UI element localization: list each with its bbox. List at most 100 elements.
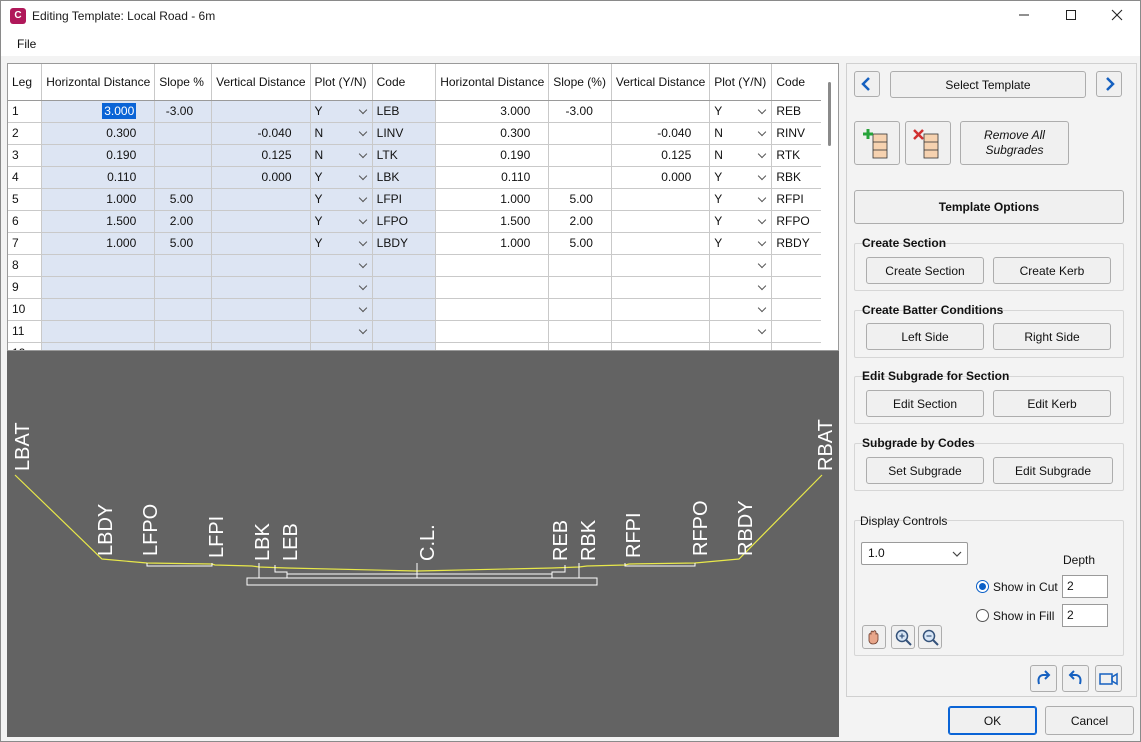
grid-cell-leg[interactable]: 1 [8, 100, 43, 123]
grid-cell-ls[interactable] [154, 342, 213, 350]
grid-cell-lp[interactable]: Y [310, 210, 373, 233]
edit-subgrade-button[interactable]: Edit Subgrade [993, 457, 1113, 484]
grid-cell-rp[interactable]: Y [709, 100, 773, 123]
ok-button[interactable]: OK [948, 706, 1037, 735]
grid-cell-rvd[interactable] [611, 342, 711, 350]
pan-button[interactable] [862, 625, 886, 649]
grid-cell-lc[interactable]: LBDY [372, 232, 437, 255]
grid-cell-lvd[interactable]: 0.000 [211, 166, 311, 189]
grid-cell-ls[interactable] [154, 122, 213, 145]
grid-cell-lp[interactable]: N [310, 144, 373, 167]
grid-cell-rs[interactable]: 5.00 [548, 232, 612, 255]
chevron-down-icon[interactable] [758, 150, 768, 160]
header-left-code[interactable]: Code [372, 64, 437, 101]
chevron-down-icon[interactable] [359, 150, 369, 160]
grid-cell-rs[interactable] [548, 320, 612, 343]
grid-cell-rp[interactable] [709, 320, 773, 343]
grid-cell-rhd[interactable] [435, 276, 550, 299]
chevron-down-icon[interactable] [758, 172, 768, 182]
grid-cell-lc[interactable] [372, 320, 437, 343]
select-template-button[interactable]: Select Template [890, 71, 1086, 98]
grid-cell-rp[interactable] [709, 342, 773, 350]
grid-cell-rp[interactable]: N [709, 122, 773, 145]
menu-file[interactable]: File [17, 37, 36, 51]
grid-cell-ls[interactable]: 5.00 [154, 232, 213, 255]
grid-cell-ls[interactable]: 2.00 [154, 210, 213, 233]
grid-cell-rvd[interactable] [611, 276, 711, 299]
header-leg[interactable]: Leg [8, 64, 43, 101]
grid-cell-lp[interactable] [310, 320, 373, 343]
template-preview-canvas[interactable]: LBAT LBDY LFPO LFPI LBK LEB C.L. REB RBK RFPI RFPO… [7, 351, 839, 737]
grid-cell-rs[interactable] [548, 122, 612, 145]
grid-cell-lp[interactable]: Y [310, 100, 373, 123]
grid-cell-rp[interactable]: Y [709, 210, 773, 233]
grid-cell-rhd[interactable]: 1.500 [435, 210, 550, 233]
grid-cell-rp[interactable] [709, 276, 773, 299]
redo-button[interactable] [1030, 665, 1057, 692]
grid-cell-leg[interactable]: 10 [8, 298, 43, 321]
zoom-in-button[interactable] [891, 625, 915, 649]
grid-cell-leg[interactable]: 8 [8, 254, 43, 277]
left-side-button[interactable]: Left Side [866, 323, 984, 350]
grid-cell-lp[interactable]: Y [310, 166, 373, 189]
remove-all-subgrades-button[interactable]: Remove All Subgrades [960, 121, 1069, 165]
previous-template-button[interactable] [854, 71, 880, 97]
header-left-horizontal-distance[interactable]: Horizontal Distance [41, 64, 156, 101]
grid-cell-rp[interactable] [709, 254, 773, 277]
grid-cell-lp[interactable]: Y [310, 232, 373, 255]
grid-cell-leg[interactable]: 5 [8, 188, 43, 211]
grid-cell-rs[interactable]: 5.00 [548, 188, 612, 211]
grid-cell-rhd[interactable]: 1.000 [435, 232, 550, 255]
grid-cell-lc[interactable]: LFPI [372, 188, 437, 211]
next-template-button[interactable] [1096, 71, 1122, 97]
header-right-plot[interactable]: Plot (Y/N) [709, 64, 773, 101]
grid-cell-rs[interactable]: 2.00 [548, 210, 612, 233]
grid-cell-rhd[interactable]: 0.190 [435, 144, 550, 167]
template-options-button[interactable]: Template Options [854, 190, 1124, 224]
set-subgrade-button[interactable]: Set Subgrade [866, 457, 984, 484]
grid-cell-rs[interactable]: -3.00 [548, 100, 612, 123]
chevron-down-icon[interactable] [758, 260, 768, 270]
grid-cell-rs[interactable] [548, 254, 612, 277]
grid-cell-lvd[interactable] [211, 188, 311, 211]
grid-cell-rvd[interactable] [611, 188, 711, 211]
grid-cell-lvd[interactable] [211, 298, 311, 321]
show-in-fill-depth-input[interactable]: 2 [1062, 604, 1108, 627]
scale-select[interactable]: 1.0 [861, 542, 968, 565]
grid-cell-lc[interactable]: LEB [372, 100, 437, 123]
grid-cell-lp[interactable] [310, 342, 373, 350]
chevron-down-icon[interactable] [758, 216, 768, 226]
grid-cell-leg[interactable]: 2 [8, 122, 43, 145]
chevron-down-icon[interactable] [359, 172, 369, 182]
grid-cell-rvd[interactable] [611, 210, 711, 233]
grid-cell-lvd[interactable] [211, 342, 311, 350]
scrollbar-thumb[interactable] [828, 82, 831, 146]
edit-kerb-button[interactable]: Edit Kerb [993, 390, 1111, 417]
close-button[interactable] [1094, 1, 1140, 32]
chevron-down-icon[interactable] [359, 260, 369, 270]
remove-subgrade-button[interactable] [905, 121, 951, 165]
grid-cell-lvd[interactable]: 0.125 [211, 144, 311, 167]
show-in-fill-radio[interactable] [976, 609, 989, 622]
chevron-down-icon[interactable] [359, 216, 369, 226]
chevron-down-icon[interactable] [359, 238, 369, 248]
grid-cell-lhd[interactable]: 0.190 [41, 144, 156, 167]
grid-cell-rp[interactable]: N [709, 144, 773, 167]
grid-cell-lp[interactable] [310, 298, 373, 321]
grid-cell-leg[interactable]: 3 [8, 144, 43, 167]
undo-button[interactable] [1062, 665, 1089, 692]
minimize-button[interactable] [1001, 1, 1047, 32]
chevron-down-icon[interactable] [758, 238, 768, 248]
grid-cell-rs[interactable] [548, 276, 612, 299]
edit-section-button[interactable]: Edit Section [866, 390, 984, 417]
show-in-cut-depth-input[interactable]: 2 [1062, 575, 1108, 598]
grid-cell-rs[interactable] [548, 166, 612, 189]
header-left-slope[interactable]: Slope % [154, 64, 213, 101]
chevron-down-icon[interactable] [359, 326, 369, 336]
grid-cell-lvd[interactable] [211, 320, 311, 343]
grid-cell-lhd[interactable] [41, 276, 156, 299]
header-right-slope[interactable]: Slope (%) [548, 64, 612, 101]
grid-cell-ls[interactable]: -3.00 [154, 100, 213, 123]
grid-cell-lvd[interactable] [211, 276, 311, 299]
grid-cell-ls[interactable]: 5.00 [154, 188, 213, 211]
